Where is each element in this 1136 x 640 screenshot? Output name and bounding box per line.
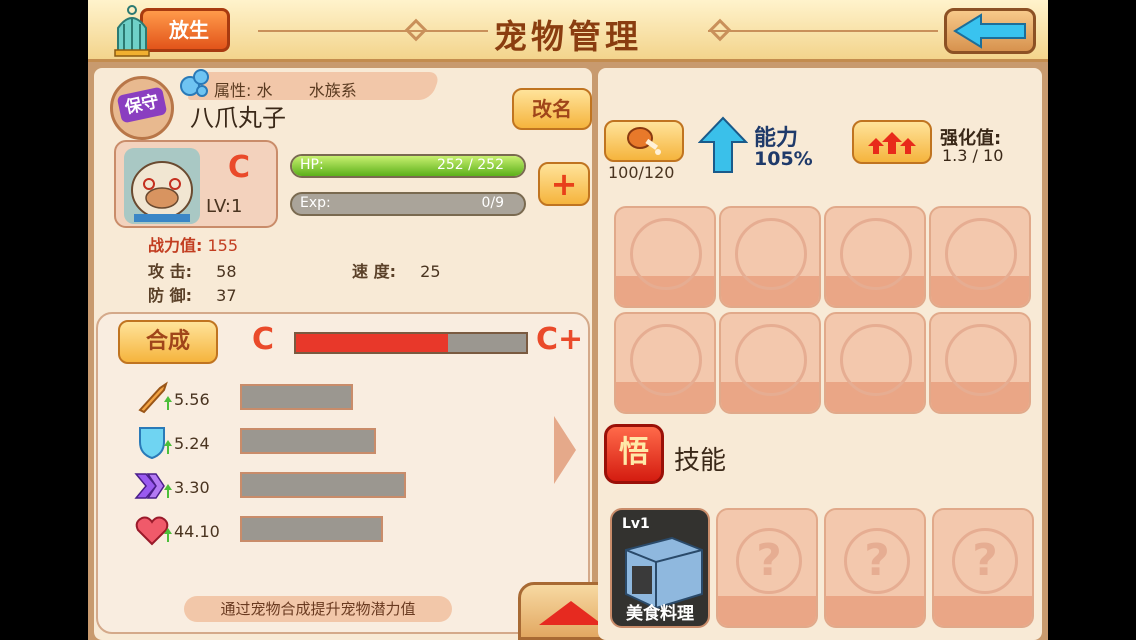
skill-slot-empty-3[interactable]: ? [932, 508, 1034, 628]
rename-button[interactable]: 改名 [512, 88, 592, 130]
wing-emblem-icon [840, 218, 912, 290]
letterbox-left [0, 0, 88, 640]
hp-value: 252 / 252 [436, 157, 504, 173]
skill-slot-empty-1[interactable]: ? [716, 508, 818, 628]
speed-stat: 速 度: 25 [352, 258, 441, 282]
hp-label: HP: [300, 157, 324, 173]
synthesis-grade-current: C [252, 322, 275, 357]
octopus-ball-avatar [124, 148, 200, 224]
page-title: 宠物管理 [494, 17, 642, 56]
triangle-up-icon [539, 601, 603, 625]
power-value: 155 [207, 236, 239, 255]
equipment-slot-4[interactable] [929, 206, 1031, 308]
back-button[interactable] [944, 8, 1036, 54]
pet-grade: C [228, 150, 251, 185]
enhance-value: 1.3 / 10 [942, 146, 1004, 165]
water-drops-icon [180, 69, 209, 97]
synthesize-button[interactable]: 合成 [118, 320, 218, 364]
monster-emblem-icon [630, 324, 702, 396]
back-arrow-icon [953, 13, 1026, 49]
attribute-family: 水族系 [308, 81, 357, 100]
equipment-slot-2[interactable] [719, 206, 821, 308]
attack-label: 攻 击: [148, 262, 192, 281]
potential-attack-value: 5.56 [174, 390, 210, 409]
dragon-emblem-icon [945, 324, 1017, 396]
speed-chevron-up-icon [134, 473, 172, 499]
power-label: 战力值: [148, 236, 203, 255]
exp-label: Exp: [300, 195, 331, 211]
claw-emblem-icon [735, 218, 807, 290]
pet-management-screen: 宠物管理 放生 保守 属性: 水 水族系 八爪丸子 改名 C LV:1 HP: … [88, 0, 1048, 640]
potential-defense-value: 5.24 [174, 434, 210, 453]
speed-label: 速 度: [352, 262, 396, 281]
equipment-slot-3[interactable] [824, 206, 926, 308]
comprehend-button[interactable]: 悟 [604, 424, 664, 484]
equipment-slot-7[interactable] [824, 312, 926, 414]
defense-value: 37 [216, 286, 237, 305]
potential-speed-value: 3.30 [174, 478, 210, 497]
potential-hp-bar [240, 516, 383, 542]
meat-icon [627, 127, 661, 155]
equipment-slot-8[interactable] [929, 312, 1031, 414]
cage-icon [114, 5, 150, 57]
question-mark-icon: ? [952, 528, 1018, 594]
personality-label: 保守 [116, 86, 168, 124]
attack-stat: 攻 击: 58 [148, 258, 237, 282]
letterbox-right [1048, 0, 1136, 640]
speed-value: 25 [420, 262, 441, 281]
potential-attack-bar [240, 384, 353, 410]
pet-name: 八爪丸子 [190, 104, 286, 132]
power-stat: 战力值: 155 [148, 232, 238, 256]
potential-hp-value: 44.10 [174, 522, 220, 541]
food-counter: 100/120 [608, 163, 675, 182]
skill-slot-learned[interactable]: Lv1 美食料理 [610, 508, 710, 628]
personality-badge: 保守 [110, 76, 174, 140]
synthesis-hint: 通过宠物合成提升宠物潜力值 [184, 596, 452, 622]
defense-label: 防 御: [148, 286, 192, 305]
heart-up-icon [135, 516, 172, 546]
synthesis-progress-bar [294, 332, 528, 354]
paw-emblem-icon [630, 218, 702, 290]
question-mark-icon: ? [844, 528, 910, 594]
shield-up-icon [139, 427, 172, 460]
add-exp-button[interactable]: + [538, 162, 590, 206]
enhance-button[interactable] [852, 120, 932, 164]
skill-name: 美食料理 [626, 604, 694, 624]
hp-bar: HP: 252 / 252 [290, 154, 526, 178]
question-mark-icon: ? [736, 528, 802, 594]
tag-emblem-icon [945, 218, 1017, 290]
ability-value: 105% [754, 148, 813, 170]
synthesis-grade-next: C+ [536, 322, 584, 357]
pet-portrait [124, 148, 200, 224]
skill-level: Lv1 [622, 516, 650, 532]
skill-slot-empty-2[interactable]: ? [824, 508, 926, 628]
attack-value: 58 [216, 262, 237, 281]
potential-speed-bar [240, 472, 406, 498]
enhance-arrows-icon [868, 132, 916, 154]
skills-label: 技能 [674, 446, 727, 476]
header-bar: 宠物管理 放生 [88, 0, 1048, 62]
pig-emblem-icon [840, 324, 912, 396]
potential-defense-bar [240, 428, 376, 454]
equipment-slot-5[interactable] [614, 312, 716, 414]
defense-stat: 防 御: 37 [148, 282, 237, 306]
ability-up-arrow-icon [698, 116, 748, 173]
sword-up-icon [138, 381, 172, 414]
beast-emblem-icon [735, 324, 807, 396]
synthesis-progress-fill [296, 334, 448, 352]
next-page-arrow[interactable] [554, 416, 576, 484]
exp-value: 0/9 [481, 195, 504, 211]
pet-level: LV:1 [206, 196, 243, 217]
feed-button[interactable] [604, 120, 684, 162]
exp-bar: Exp: 0/9 [290, 192, 526, 216]
equipment-slot-1[interactable] [614, 206, 716, 308]
equipment-slot-6[interactable] [719, 312, 821, 414]
